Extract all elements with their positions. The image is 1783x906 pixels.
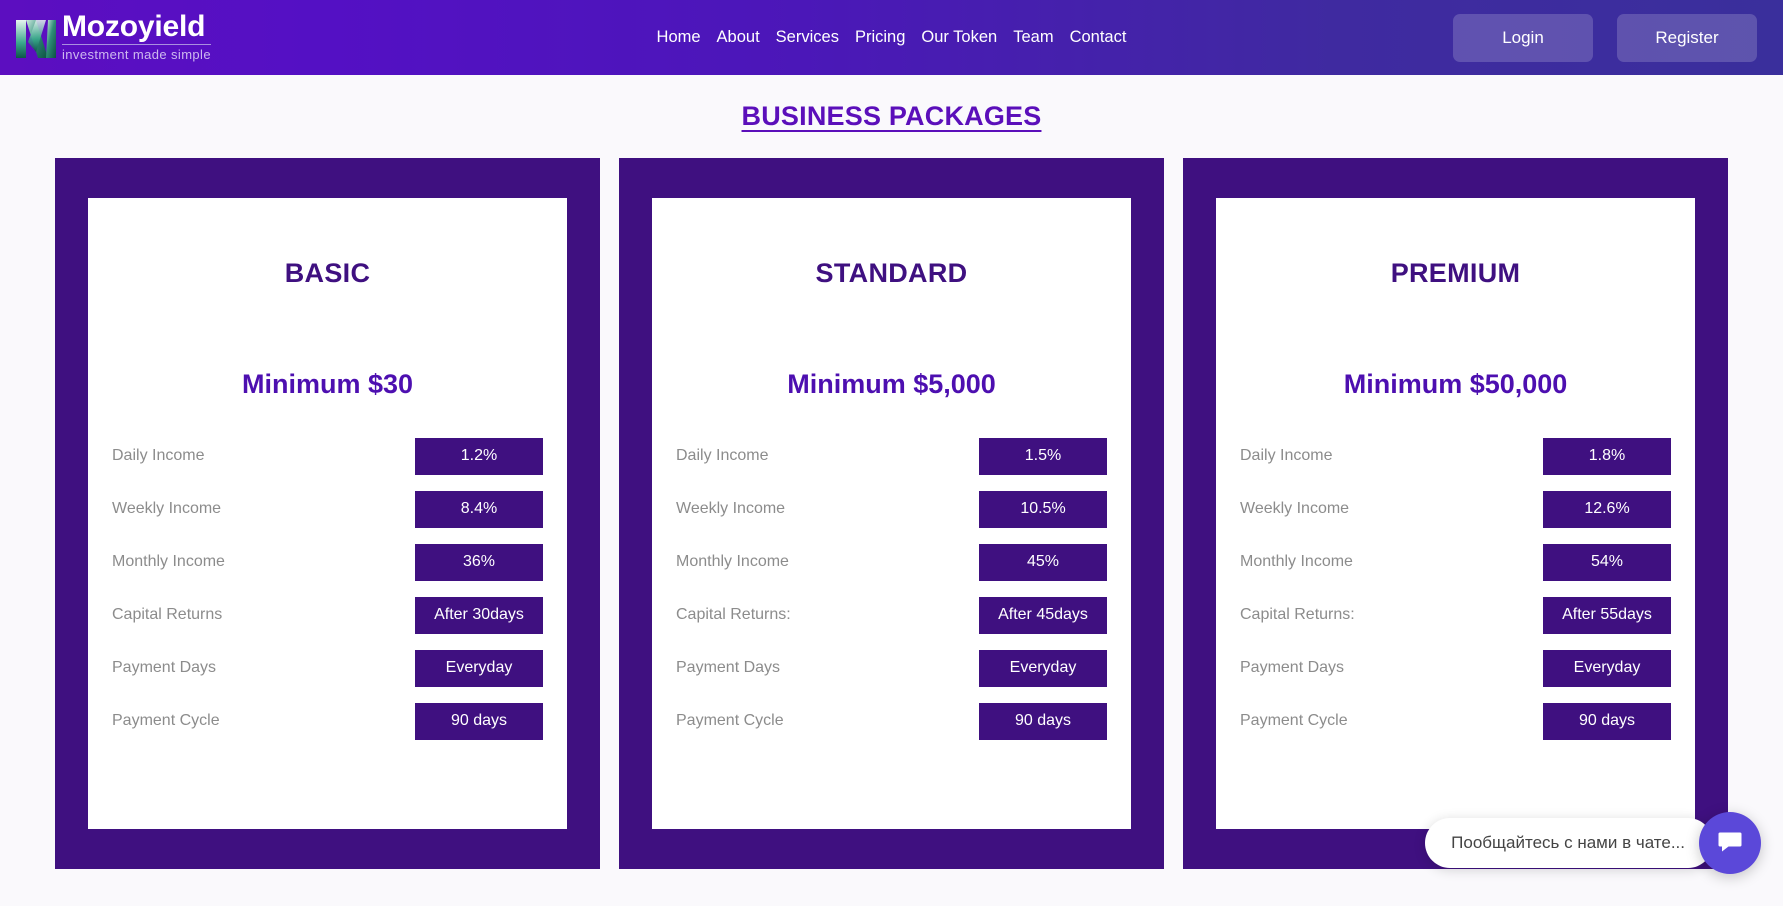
feature-label: Payment Cycle xyxy=(112,712,220,729)
plan-feature-row: Capital Returns After 30days xyxy=(110,593,545,637)
plan-feature-list: Daily Income 1.2% Weekly Income 8.4% Mon… xyxy=(110,434,545,743)
feature-label: Payment Cycle xyxy=(1240,712,1348,729)
feature-value-badge: 1.8% xyxy=(1543,437,1671,475)
plan-minimum: Minimum $50,000 xyxy=(1343,369,1568,399)
feature-value-badge: Everyday xyxy=(1543,649,1671,687)
brand-name: Mozoyield xyxy=(62,11,211,45)
brand-logo[interactable]: Mozoyield investment made simple xyxy=(14,9,211,67)
feature-label: Capital Returns: xyxy=(676,606,791,623)
feature-value-badge: After 30days xyxy=(415,596,543,634)
plan-feature-row: Payment Days Everyday xyxy=(674,646,1109,690)
feature-label: Capital Returns: xyxy=(1240,606,1355,623)
nav-item-our-token[interactable]: Our Token xyxy=(921,28,997,47)
plan-feature-row: Weekly Income 12.6% xyxy=(1238,487,1673,531)
feature-label: Daily Income xyxy=(1240,447,1333,464)
pricing-card-premium: PREMIUM Minimum $50,000 Daily Income 1.8… xyxy=(1183,158,1728,869)
page-title: BUSINESS PACKAGES xyxy=(741,101,1042,131)
mozoyield-m-logo-icon xyxy=(14,12,58,64)
feature-value-badge: 8.4% xyxy=(415,490,543,528)
pricing-card-body: BASIC Minimum $30 Daily Income 1.2% Week… xyxy=(88,198,567,829)
plan-name: BASIC xyxy=(284,258,371,288)
feature-label: Capital Returns xyxy=(112,606,223,623)
nav-item-about[interactable]: About xyxy=(717,28,760,47)
main-navigation: Home About Services Pricing Our Token Te… xyxy=(657,28,1127,47)
feature-label: Payment Days xyxy=(112,659,217,676)
plan-minimum: Minimum $30 xyxy=(241,369,414,399)
nav-item-services[interactable]: Services xyxy=(776,28,839,47)
brand-tagline: investment made simple xyxy=(62,46,211,62)
plan-name: STANDARD xyxy=(815,258,968,288)
feature-label: Weekly Income xyxy=(676,500,786,517)
nav-item-pricing[interactable]: Pricing xyxy=(855,28,905,47)
feature-value-badge: 45% xyxy=(979,543,1107,581)
chat-launcher-button[interactable] xyxy=(1699,812,1761,874)
plan-feature-list: Daily Income 1.5% Weekly Income 10.5% Mo… xyxy=(674,434,1109,743)
plan-feature-row: Payment Days Everyday xyxy=(1238,646,1673,690)
feature-label: Weekly Income xyxy=(112,500,222,517)
site-header: Mozoyield investment made simple Home Ab… xyxy=(0,0,1783,75)
login-button[interactable]: Login xyxy=(1453,13,1593,62)
feature-value-badge: 12.6% xyxy=(1543,490,1671,528)
pricing-cards: BASIC Minimum $30 Daily Income 1.2% Week… xyxy=(0,158,1783,869)
plan-feature-row: Weekly Income 8.4% xyxy=(110,487,545,531)
feature-value-badge: 1.5% xyxy=(979,437,1107,475)
pricing-card-body: PREMIUM Minimum $50,000 Daily Income 1.8… xyxy=(1216,198,1695,829)
plan-feature-row: Weekly Income 10.5% xyxy=(674,487,1109,531)
feature-value-badge: 54% xyxy=(1543,543,1671,581)
plan-name: PREMIUM xyxy=(1390,258,1521,288)
plan-feature-row: Monthly Income 54% xyxy=(1238,540,1673,584)
plan-feature-row: Daily Income 1.8% xyxy=(1238,434,1673,478)
feature-value-badge: 10.5% xyxy=(979,490,1107,528)
feature-label: Monthly Income xyxy=(1240,553,1353,570)
plan-feature-row: Capital Returns: After 45days xyxy=(674,593,1109,637)
plan-feature-list: Daily Income 1.8% Weekly Income 12.6% Mo… xyxy=(1238,434,1673,743)
pricing-card-standard: STANDARD Minimum $5,000 Daily Income 1.5… xyxy=(619,158,1164,869)
feature-label: Payment Days xyxy=(676,659,781,676)
plan-feature-row: Payment Cycle 90 days xyxy=(674,699,1109,743)
page-title-container: BUSINESS PACKAGES xyxy=(0,75,1783,132)
feature-label: Monthly Income xyxy=(676,553,789,570)
plan-feature-row: Daily Income 1.5% xyxy=(674,434,1109,478)
feature-value-badge: 1.2% xyxy=(415,437,543,475)
feature-label: Daily Income xyxy=(676,447,769,464)
pricing-card-basic: BASIC Minimum $30 Daily Income 1.2% Week… xyxy=(55,158,600,869)
header-actions: Login Register xyxy=(1453,13,1757,62)
plan-feature-row: Payment Cycle 90 days xyxy=(1238,699,1673,743)
plan-feature-row: Monthly Income 36% xyxy=(110,540,545,584)
feature-label: Weekly Income xyxy=(1240,500,1350,517)
pricing-card-body: STANDARD Minimum $5,000 Daily Income 1.5… xyxy=(652,198,1131,829)
plan-feature-row: Payment Cycle 90 days xyxy=(110,699,545,743)
feature-value-badge: After 45days xyxy=(979,596,1107,634)
feature-value-badge: After 55days xyxy=(1543,596,1671,634)
feature-label: Payment Days xyxy=(1240,659,1345,676)
plan-feature-row: Monthly Income 45% xyxy=(674,540,1109,584)
nav-item-contact[interactable]: Contact xyxy=(1070,28,1127,47)
chat-prompt-bubble[interactable]: Пообщайтесь с нами в чате... xyxy=(1425,818,1713,868)
plan-feature-row: Payment Days Everyday xyxy=(110,646,545,690)
nav-item-home[interactable]: Home xyxy=(657,28,701,47)
feature-label: Payment Cycle xyxy=(676,712,784,729)
feature-value-badge: 90 days xyxy=(415,702,543,740)
feature-label: Daily Income xyxy=(112,447,205,464)
feature-value-badge: Everyday xyxy=(979,649,1107,687)
feature-value-badge: 90 days xyxy=(979,702,1107,740)
plan-feature-row: Capital Returns: After 55days xyxy=(1238,593,1673,637)
feature-value-badge: 36% xyxy=(415,543,543,581)
chat-bubble-icon xyxy=(1716,827,1744,860)
plan-feature-row: Daily Income 1.2% xyxy=(110,434,545,478)
plan-minimum: Minimum $5,000 xyxy=(787,369,996,399)
feature-label: Monthly Income xyxy=(112,553,225,570)
feature-value-badge: Everyday xyxy=(415,649,543,687)
register-button[interactable]: Register xyxy=(1617,13,1757,62)
feature-value-badge: 90 days xyxy=(1543,702,1671,740)
nav-item-team[interactable]: Team xyxy=(1013,28,1053,47)
chat-widget: Пообщайтесь с нами в чате... xyxy=(1425,812,1761,874)
